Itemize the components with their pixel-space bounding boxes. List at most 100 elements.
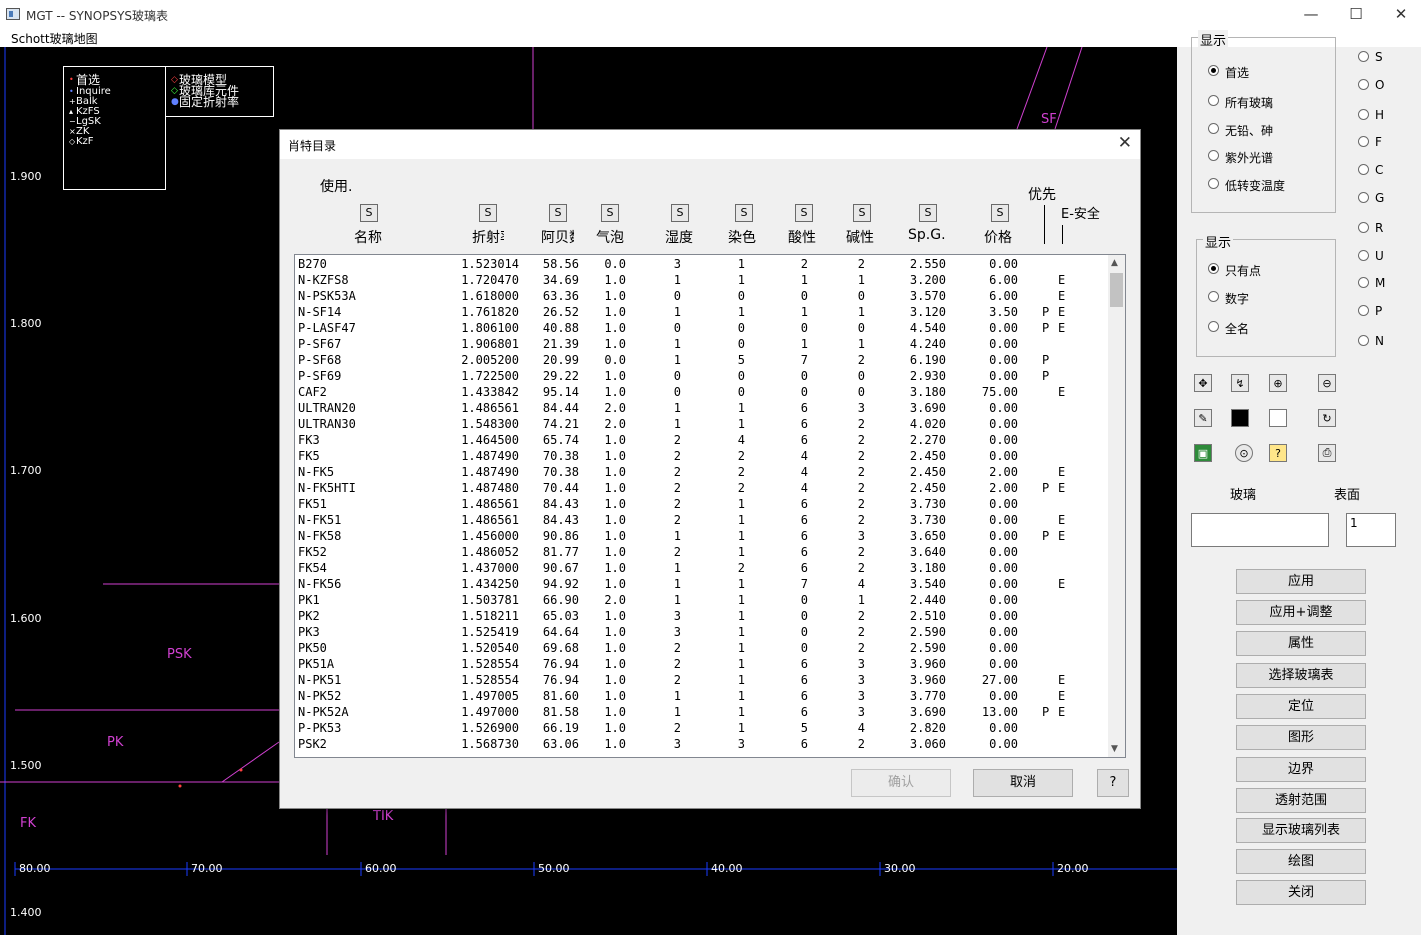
glass-row[interactable]: N-FK58 1.456000 90.86 1.0 1 1 6 3 3.650 0.00 P E (295, 528, 1111, 544)
maximize-button[interactable]: ☐ (1341, 4, 1371, 24)
screenshot-icon[interactable]: ▣ (1194, 444, 1212, 462)
glass-cell: 1.0 (604, 305, 626, 319)
glass-label: 玻璃 (1230, 488, 1257, 503)
sort-price-button[interactable]: S (991, 204, 1009, 222)
glass-row[interactable]: PK1 1.503781 66.90 2.0 1 1 0 1 2.440 0.00 (295, 592, 1111, 608)
glass-row[interactable]: P-SF68 2.005200 20.99 0.0 1 5 7 2 6.190 0.00 P (295, 352, 1111, 368)
properties-button[interactable]: 属性 (1236, 631, 1366, 656)
border-button[interactable]: 边界 (1236, 757, 1366, 782)
sort-abbe-button[interactable]: S (549, 204, 567, 222)
close-button[interactable]: 关闭 (1236, 880, 1366, 905)
glass-row[interactable]: ULTRAN30 1.548300 74.21 2.0 1 1 6 2 4.020 0.00 (295, 416, 1111, 432)
glass-row[interactable]: P-LASF47 1.806100 40.88 1.0 0 0 0 0 4.540 0.00 P E (295, 320, 1111, 336)
apply-button[interactable]: 应用 (1236, 569, 1366, 594)
glass-list[interactable]: ▲ ▼ B270 1.523014 58.56 0.0 3 1 2 2 2.550 0.00 N-K… (294, 254, 1126, 758)
glass-row[interactable]: PK50 1.520540 69.68 1.0 2 1 0 2 2.590 0.00 (295, 640, 1111, 656)
cancel-button[interactable]: 取消 (973, 769, 1073, 797)
glass-row[interactable]: P-PK53 1.526900 66.19 1.0 2 1 5 4 2.820 0.00 (295, 720, 1111, 736)
glass-cell: 1.0 (604, 689, 626, 703)
glass-cell: E (1058, 705, 1066, 719)
close-window-button[interactable]: ✕ (1386, 4, 1416, 24)
help-button[interactable]: ? (1097, 769, 1129, 797)
glass-cell: 1 (737, 705, 745, 719)
sort-acid-button[interactable]: S (795, 204, 813, 222)
select-glass-table-button[interactable]: 选择玻璃表 (1236, 663, 1366, 688)
sort-spg-button[interactable]: S (919, 204, 937, 222)
glass-row[interactable]: B270 1.523014 58.56 0.0 3 1 2 2 2.550 0.00 (295, 256, 1111, 272)
glass-row[interactable]: FK3 1.464500 65.74 1.0 2 4 6 2 2.270 0.00 (295, 432, 1111, 448)
glass-row[interactable]: P-SF69 1.722500 29.22 1.0 0 0 0 0 2.930 0.00 P (295, 368, 1111, 384)
radio-dot-icon (1358, 222, 1369, 233)
plot-button[interactable]: 绘图 (1236, 849, 1366, 874)
glass-row[interactable]: N-FK5 1.487490 70.38 1.0 2 2 4 2 2.450 2.00 E (295, 464, 1111, 480)
black-fill-icon[interactable] (1231, 409, 1249, 427)
target-icon[interactable]: ⊙ (1235, 444, 1253, 462)
glass-row[interactable]: N-FK51 1.486561 84.43 1.0 2 1 6 2 3.730 0.00 E (295, 512, 1111, 528)
locate-button[interactable]: 定位 (1236, 694, 1366, 719)
sort-humidity-button[interactable]: S (671, 204, 689, 222)
glass-row[interactable]: N-PK52A 1.497000 81.58 1.0 1 1 6 3 3.690 13.00 P E (295, 704, 1111, 720)
show-glass-list-button[interactable]: 显示玻璃列表 (1236, 818, 1366, 843)
scroll-thumb[interactable] (1110, 273, 1123, 307)
pan-icon[interactable]: ↯ (1231, 374, 1249, 392)
glass-cell: 0.00 (989, 401, 1018, 415)
white-fill-icon[interactable] (1269, 409, 1287, 427)
transmission-range-button[interactable]: 透射范围 (1236, 788, 1366, 813)
glass-row[interactable]: PK3 1.525419 64.64 1.0 3 1 0 2 2.590 0.00 (295, 624, 1111, 640)
glass-row[interactable]: ULTRAN20 1.486561 84.44 2.0 1 1 6 3 3.690 0.00 (295, 400, 1111, 416)
zoom-out-icon[interactable]: ⊖ (1318, 374, 1336, 392)
glass-row[interactable]: FK52 1.486052 81.77 1.0 2 1 6 2 3.640 0.00 (295, 544, 1111, 560)
sort-alkali-button[interactable]: S (853, 204, 871, 222)
glass-type-legend: • 首选 • Inquire + Balk ▴ KzFS − LgSK × ZK ◇ KzF (63, 66, 166, 190)
glass-cell: 1.0 (604, 289, 626, 303)
glass-row[interactable]: PK51A 1.528554 76.94 1.0 2 1 6 3 3.960 0.00 (295, 656, 1111, 672)
glass-row[interactable]: FK51 1.486561 84.43 1.0 2 1 6 2 3.730 0.00 (295, 496, 1111, 512)
glass-cell: E (1058, 289, 1066, 303)
glass-row[interactable]: N-PK51 1.528554 76.94 1.0 2 1 6 3 3.960 27.00 E (295, 672, 1111, 688)
surface-input[interactable]: 1 (1346, 513, 1396, 547)
sort-name-button[interactable]: S (360, 204, 378, 222)
help-icon[interactable]: ? (1269, 444, 1287, 462)
glass-row[interactable]: N-FK56 1.434250 94.92 1.0 1 1 7 4 3.540 0.00 E (295, 576, 1111, 592)
glass-cell: E (1058, 465, 1066, 479)
glass-cell: 3.960 (909, 673, 946, 687)
glass-row[interactable]: N-SF14 1.761820 26.52 1.0 1 1 1 1 3.120 3.50 P E (295, 304, 1111, 320)
sort-bubble-button[interactable]: S (601, 204, 619, 222)
glass-row[interactable]: FK5 1.487490 70.38 1.0 2 2 4 2 2.450 0.00 (295, 448, 1111, 464)
glass-cell: 1.486561 (461, 497, 519, 511)
fit-view-icon[interactable]: ✥ (1194, 374, 1212, 392)
apply-adjust-button[interactable]: 应用+调整 (1236, 600, 1366, 625)
sort-index-button[interactable]: S (479, 204, 497, 222)
menu-schott-map[interactable]: Schott玻璃地图 (11, 30, 98, 47)
minimize-button[interactable]: — (1296, 4, 1326, 24)
glass-row[interactable]: PSK2 1.568730 63.06 1.0 3 3 6 2 3.060 0.00 (295, 736, 1111, 752)
radio-dot-icon (1208, 263, 1219, 274)
glass-cell: 65.03 (542, 609, 579, 623)
glass-cell: 1 (737, 625, 745, 639)
glass-row[interactable]: PK2 1.518211 65.03 1.0 3 1 0 2 2.510 0.00 (295, 608, 1111, 624)
pencil-icon[interactable]: ✎ (1194, 409, 1212, 427)
glass-cell: 1.0 (604, 497, 626, 511)
glass-row[interactable]: P-SF67 1.906801 21.39 1.0 1 0 1 1 4.240 0.00 (295, 336, 1111, 352)
glass-row[interactable]: N-FK5HTI 1.487480 70.44 1.0 2 2 4 2 2.450 2.00 P E (295, 480, 1111, 496)
ok-button[interactable]: 确认 (851, 769, 951, 797)
refresh-icon[interactable]: ↻ (1318, 409, 1336, 427)
graphics-button[interactable]: 图形 (1236, 725, 1366, 750)
glass-cell: 0.0 (604, 257, 626, 271)
glass-input[interactable] (1191, 513, 1329, 547)
glass-cell: 2 (857, 737, 865, 751)
glass-row[interactable]: CAF2 1.433842 95.14 1.0 0 0 0 0 3.180 75.00 E (295, 384, 1111, 400)
sort-stain-button[interactable]: S (735, 204, 753, 222)
print-icon[interactable]: ⎙ (1318, 444, 1336, 462)
scroll-up-icon[interactable]: ▲ (1111, 258, 1118, 268)
dialog-close-icon[interactable]: ✕ (1118, 133, 1132, 153)
glass-row[interactable]: FK54 1.437000 90.67 1.0 1 2 6 2 3.180 0.00 (295, 560, 1111, 576)
glass-row[interactable]: N-PSK53A 1.618000 63.36 1.0 0 0 0 0 3.570 6.00 E (295, 288, 1111, 304)
scroll-down-icon[interactable]: ▼ (1111, 744, 1118, 754)
glass-cell: 0 (673, 321, 681, 335)
zoom-in-icon[interactable]: ⊕ (1269, 374, 1287, 392)
glass-source-legend: ◇ 玻璃模型 ◇ 玻璃库元件 ● 固定折射率 (165, 66, 274, 117)
glass-row[interactable]: N-PK52 1.497005 81.60 1.0 1 1 6 3 3.770 0.00 E (295, 688, 1111, 704)
glass-row[interactable]: N-KZFS8 1.720470 34.69 1.0 1 1 1 1 3.200 6.00 E (295, 272, 1111, 288)
glass-cell: 27.00 (981, 673, 1018, 687)
